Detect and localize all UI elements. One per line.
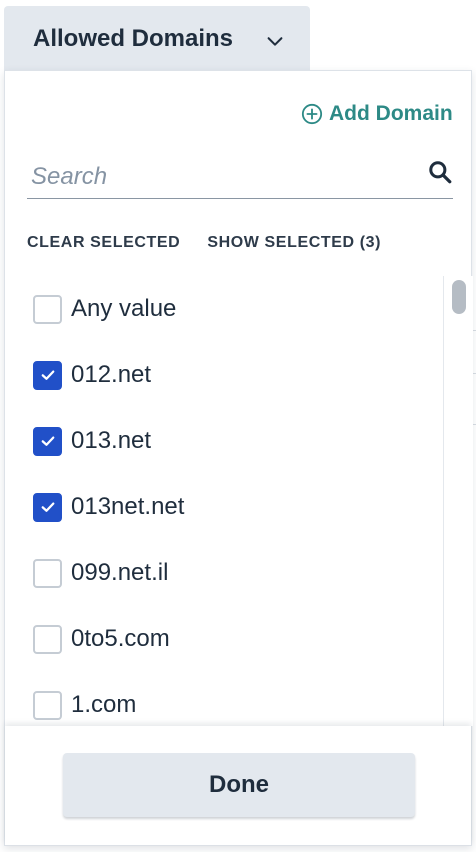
search-icon[interactable] (427, 159, 453, 185)
add-domain-button[interactable]: Add Domain (301, 101, 453, 127)
chevron-down-icon (267, 37, 283, 46)
checkbox[interactable] (33, 690, 62, 720)
domain-list: Any value 012.net 013.net 013net.net 099… (5, 276, 443, 726)
dropdown-label: Allowed Domains (33, 25, 234, 52)
checkbox[interactable] (33, 558, 62, 588)
checkmark-icon (41, 370, 54, 380)
show-selected-button[interactable]: SHOW SELECTED (3) (207, 234, 381, 258)
list-item-012-net[interactable]: 012.net (33, 355, 151, 395)
checkbox[interactable] (33, 294, 62, 324)
panel-footer: Done (5, 726, 471, 845)
checkbox[interactable] (33, 624, 62, 654)
list-item-label: 099.net.il (71, 559, 169, 586)
list-scrollbar[interactable] (443, 276, 473, 726)
plus-circle-icon (301, 103, 323, 125)
list-item-013net-net[interactable]: 013net.net (33, 487, 184, 527)
add-domain-label: Add Domain (329, 102, 453, 125)
page: Allowed Domains Add Domain CLEAR SELECTE… (0, 0, 476, 852)
allowed-domains-dropdown-button[interactable]: Allowed Domains (4, 6, 310, 72)
search-input[interactable] (31, 161, 411, 193)
checkbox[interactable] (33, 492, 62, 522)
checkbox[interactable] (33, 360, 62, 390)
list-item-1-com[interactable]: 1.com (33, 685, 136, 725)
done-button[interactable]: Done (63, 753, 415, 817)
selection-actions: CLEAR SELECTED SHOW SELECTED (3) (27, 234, 381, 258)
checkmark-icon (41, 436, 54, 446)
list-item-any-value[interactable]: Any value (33, 289, 176, 329)
checkmark-icon (41, 502, 54, 512)
list-item-label: 1.com (71, 691, 137, 718)
checkbox[interactable] (33, 426, 62, 456)
list-item-013-net[interactable]: 013.net (33, 421, 151, 461)
list-item-label: 013.net (71, 427, 152, 454)
list-item-099-net-il[interactable]: 099.net.il (33, 553, 168, 593)
list-item-label: Any value (71, 295, 177, 322)
list-item-label: 0to5.com (71, 625, 170, 652)
search-field (27, 155, 453, 199)
domains-dropdown-panel: Add Domain CLEAR SELECTED SHOW SELECTED … (4, 70, 473, 846)
list-item-label: 012.net (71, 361, 152, 388)
list-item-label: 013net.net (71, 493, 185, 520)
list-item-0to5-com[interactable]: 0to5.com (33, 619, 170, 659)
scrollbar-thumb[interactable] (452, 280, 466, 314)
clear-selected-button[interactable]: CLEAR SELECTED (27, 234, 180, 258)
